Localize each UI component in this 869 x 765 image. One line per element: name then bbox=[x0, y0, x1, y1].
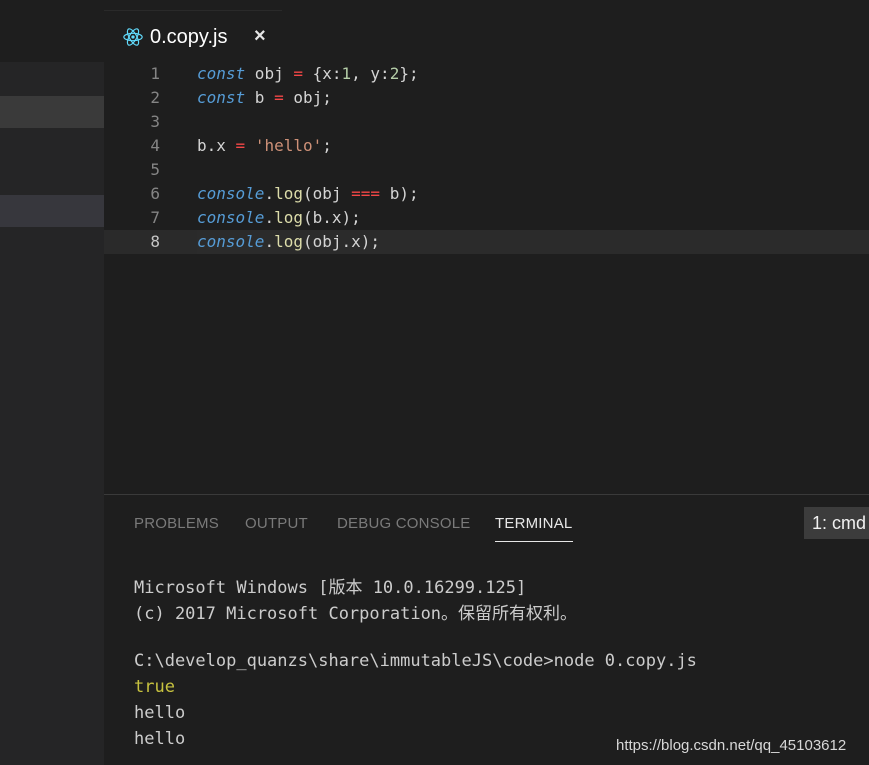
tab-output[interactable]: OUTPUT bbox=[245, 515, 308, 532]
code-token: log bbox=[274, 184, 303, 203]
code-text: const b = obj; bbox=[197, 86, 332, 110]
terminal-output-hello: hello bbox=[134, 703, 186, 723]
code-token: const bbox=[197, 88, 246, 107]
code-token: 'hello' bbox=[254, 136, 323, 155]
line-number: 4 bbox=[150, 136, 160, 155]
code-token: = bbox=[235, 136, 246, 155]
tab-label: 0.copy.js bbox=[150, 26, 228, 48]
code-text: console.log(obj.x); bbox=[197, 230, 380, 254]
code-text: console.log(b.x); bbox=[197, 206, 361, 230]
line-number: 5 bbox=[150, 160, 160, 179]
tab-problems[interactable]: PROBLEMS bbox=[134, 515, 219, 532]
code-line[interactable]: 2 const b = obj; bbox=[104, 86, 869, 110]
terminal-output-hello: hello bbox=[134, 729, 186, 749]
code-token: b.x bbox=[197, 136, 236, 155]
code-token: (obj.x); bbox=[302, 232, 381, 251]
sidebar-item-highlighted[interactable] bbox=[0, 195, 104, 227]
terminal-command: C:\develop_quanzs\share\immutableJS\code… bbox=[134, 651, 697, 671]
code-line[interactable]: 8 console.log(obj.x); bbox=[104, 230, 869, 254]
active-tab-indicator bbox=[495, 541, 573, 542]
code-token: = bbox=[274, 88, 284, 107]
code-token: (obj bbox=[302, 184, 352, 203]
sidebar-item-selected[interactable] bbox=[0, 96, 104, 128]
terminal-output-true: true bbox=[134, 677, 175, 697]
code-token: obj; bbox=[283, 88, 332, 107]
terminal-line: Microsoft Windows [版本 10.0.16299.125] bbox=[134, 578, 527, 598]
code-line[interactable]: 3 bbox=[104, 110, 869, 134]
code-token: console bbox=[197, 184, 265, 203]
code-token: b bbox=[245, 88, 275, 107]
close-icon[interactable]: × bbox=[254, 25, 266, 48]
code-token: console bbox=[197, 232, 265, 251]
code-token: . bbox=[264, 184, 275, 203]
code-token: . bbox=[264, 232, 275, 251]
code-token: }; bbox=[399, 64, 419, 83]
line-number: 3 bbox=[150, 112, 160, 131]
code-line[interactable]: 6 console.log(obj === b); bbox=[104, 182, 869, 206]
code-token: {x: bbox=[302, 64, 342, 83]
sidebar-header bbox=[0, 0, 104, 62]
code-token: console bbox=[197, 208, 265, 227]
code-token: log bbox=[274, 232, 303, 251]
terminal-select[interactable]: 1: cmd bbox=[804, 507, 869, 539]
bottom-panel: PROBLEMS OUTPUT DEBUG CONSOLE TERMINAL 1… bbox=[104, 494, 869, 765]
code-line[interactable]: 1 const obj = {x:1, y:2}; bbox=[104, 62, 869, 86]
code-text: b.x = 'hello'; bbox=[197, 134, 332, 158]
code-editor[interactable]: 1 const obj = {x:1, y:2}; 2 const b = obj; 3… bbox=[104, 62, 869, 494]
code-token: ; bbox=[322, 136, 332, 155]
terminal-line: (c) 2017 Microsoft Corporation。保留所有权利。 bbox=[134, 604, 578, 624]
line-number: 8 bbox=[150, 232, 160, 251]
code-text: console.log(obj === b); bbox=[197, 182, 419, 206]
code-token: , y: bbox=[351, 64, 390, 83]
code-token: (b.x); bbox=[302, 208, 361, 227]
code-token: 1 bbox=[341, 64, 352, 83]
code-token: === bbox=[351, 184, 381, 203]
line-number: 6 bbox=[150, 184, 160, 203]
code-token: 2 bbox=[389, 64, 400, 83]
code-token: obj bbox=[245, 64, 294, 83]
tab-debug-console[interactable]: DEBUG CONSOLE bbox=[337, 515, 470, 532]
code-line[interactable]: 4 b.x = 'hello'; bbox=[104, 134, 869, 158]
line-number: 1 bbox=[150, 64, 160, 83]
code-line[interactable]: 5 bbox=[104, 158, 869, 182]
code-token: b); bbox=[380, 184, 419, 203]
code-token: log bbox=[274, 208, 303, 227]
code-token: . bbox=[264, 208, 275, 227]
code-token: = bbox=[293, 64, 303, 83]
tab-0-copy-js[interactable]: 0.copy.js × bbox=[104, 10, 282, 62]
tab-terminal[interactable]: TERMINAL bbox=[495, 515, 572, 532]
sidebar bbox=[0, 0, 104, 765]
line-number: 2 bbox=[150, 88, 160, 107]
react-icon bbox=[123, 28, 143, 46]
code-line[interactable]: 7 console.log(b.x); bbox=[104, 206, 869, 230]
code-token: const bbox=[197, 64, 246, 83]
watermark: https://blog.csdn.net/qq_45103612 bbox=[616, 737, 847, 754]
code-text: const obj = {x:1, y:2}; bbox=[197, 62, 419, 86]
line-number: 7 bbox=[150, 208, 160, 227]
